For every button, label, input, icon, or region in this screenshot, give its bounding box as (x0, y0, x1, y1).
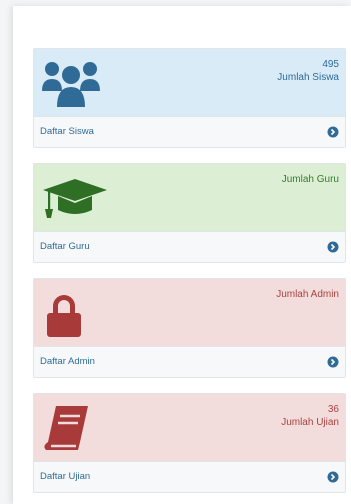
panel-ujian: 36 Jumlah Ujian Daftar Ujian (33, 393, 346, 493)
jumlah-admin-label: Jumlah Admin (276, 289, 339, 300)
jumlah-ujian-count: 36 (327, 404, 339, 415)
panel-siswa-stat: 495 Jumlah Siswa (277, 58, 339, 84)
daftar-admin-label: Daftar Admin (40, 356, 95, 367)
arrow-circle-right-icon[interactable] (327, 125, 339, 138)
daftar-siswa-label: Daftar Siswa (40, 126, 94, 137)
jumlah-siswa-count: 495 (322, 59, 339, 70)
panel-admin: Jumlah Admin Daftar Admin (33, 278, 346, 378)
jumlah-ujian-label: Jumlah Ujian (281, 417, 339, 428)
arrow-circle-right-icon[interactable] (327, 355, 339, 368)
panel-admin-stat: Jumlah Admin (276, 288, 339, 301)
users-icon (40, 57, 102, 114)
panel-guru: Jumlah Guru Daftar Guru (33, 163, 346, 263)
dashboard-content: 495 Jumlah Siswa Daftar Siswa Jumlah Gur… (13, 6, 351, 504)
panel-ujian-header: 36 Jumlah Ujian (34, 394, 345, 462)
arrow-circle-right-icon[interactable] (327, 470, 339, 483)
panel-guru-stat: Jumlah Guru (282, 173, 339, 186)
panel-siswa: 495 Jumlah Siswa Daftar Siswa (33, 48, 346, 148)
daftar-ujian-label: Daftar Ujian (40, 471, 91, 482)
lock-icon (44, 293, 84, 344)
panel-ujian-stat: 36 Jumlah Ujian (281, 403, 339, 429)
daftar-guru-link[interactable]: Daftar Guru (34, 232, 345, 262)
daftar-ujian-link[interactable]: Daftar Ujian (34, 462, 345, 492)
panel-admin-header: Jumlah Admin (34, 279, 345, 347)
panel-siswa-header: 495 Jumlah Siswa (34, 49, 345, 117)
graduation-cap-icon (40, 176, 110, 225)
daftar-admin-link[interactable]: Daftar Admin (34, 347, 345, 377)
panel-guru-header: Jumlah Guru (34, 164, 345, 232)
jumlah-guru-label: Jumlah Guru (281, 174, 339, 185)
daftar-guru-label: Daftar Guru (40, 241, 90, 252)
page-background: 495 Jumlah Siswa Daftar Siswa Jumlah Gur… (0, 0, 351, 504)
daftar-siswa-link[interactable]: Daftar Siswa (34, 117, 345, 147)
jumlah-siswa-label: Jumlah Siswa (277, 72, 339, 83)
arrow-circle-right-icon[interactable] (327, 240, 339, 253)
book-icon (42, 404, 92, 457)
